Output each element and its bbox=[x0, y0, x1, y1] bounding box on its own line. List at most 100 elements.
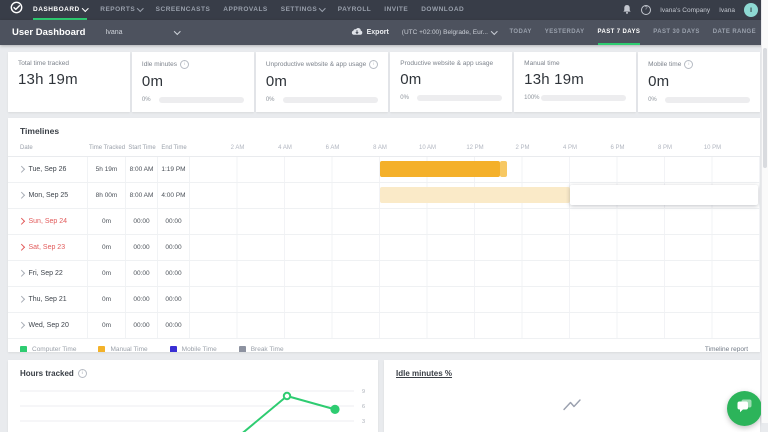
row-chevron-icon[interactable] bbox=[18, 270, 25, 277]
row-start-time: 8:00 AM bbox=[126, 183, 158, 208]
hours-tracked-title-row: Hours tracked bbox=[8, 360, 378, 378]
row-time-tracked: 5h 19m bbox=[88, 157, 126, 182]
nav-item-label: REPORTS bbox=[100, 5, 136, 13]
timeline-bar bbox=[380, 187, 570, 203]
legend-item: Manual Time bbox=[98, 346, 148, 352]
row-date-cell: Thu, Sep 21 bbox=[8, 287, 88, 312]
timeline-row[interactable]: Tue, Sep 26 5h 19m 8:00 AM 1:19 PM bbox=[8, 157, 760, 183]
timeline-row[interactable]: Sun, Sep 24 0m 00:00 00:00 bbox=[8, 209, 760, 235]
stat-progress: 100% bbox=[524, 95, 627, 101]
avatar[interactable]: I bbox=[744, 3, 758, 17]
nav-item[interactable]: REPORTS bbox=[100, 0, 144, 20]
stat-value: 0m bbox=[265, 73, 288, 90]
row-chevron-icon[interactable] bbox=[18, 218, 25, 225]
info-icon[interactable] bbox=[77, 369, 87, 378]
timelines-footer: Computer Time Manual Time Mobile Time Br… bbox=[8, 339, 760, 352]
row-start-time: 00:00 bbox=[126, 209, 158, 234]
row-end-time: 1:19 PM bbox=[158, 157, 190, 182]
nav-item[interactable]: DASHBOARD bbox=[33, 0, 89, 20]
bell-icon[interactable] bbox=[622, 4, 632, 17]
stat-progress-track bbox=[158, 97, 244, 103]
help-icon[interactable] bbox=[641, 5, 652, 15]
row-start-time: 00:00 bbox=[126, 261, 158, 286]
timezone-dropdown[interactable]: (UTC +02:00) Belgrade, Eur... bbox=[402, 20, 498, 45]
legend-swatch bbox=[20, 346, 27, 352]
timeline-row[interactable]: Sat, Sep 23 0m 00:00 00:00 bbox=[8, 235, 760, 261]
stat-label-row: Total time tracked bbox=[18, 60, 120, 67]
stat-label-row: Unproductive website & app usage bbox=[266, 60, 379, 69]
stat-value: 0m bbox=[400, 71, 422, 88]
timeline-bar bbox=[380, 161, 500, 177]
time-axis-tick: 10 AM bbox=[418, 145, 437, 151]
nav-item[interactable]: SCREENCASTS bbox=[156, 0, 211, 20]
row-date-label: Mon, Sep 25 bbox=[28, 192, 69, 199]
nav-item-label: SETTINGS bbox=[280, 5, 318, 13]
stat-label: Manual time bbox=[524, 60, 560, 67]
scrollbar-track[interactable] bbox=[761, 0, 768, 423]
page-title: User Dashboard bbox=[12, 27, 86, 38]
row-end-time: 00:00 bbox=[158, 261, 190, 286]
row-date-cell: Tue, Sep 26 bbox=[8, 157, 88, 182]
timeline-popup-placeholder bbox=[570, 185, 758, 205]
nav-item-label: PAYROLL bbox=[337, 5, 372, 13]
legend-label: Manual Time bbox=[110, 346, 148, 352]
timeline-row[interactable]: Fri, Sep 22 0m 00:00 00:00 bbox=[8, 261, 760, 287]
user-name[interactable]: Ivana bbox=[719, 7, 735, 14]
row-chevron-icon[interactable] bbox=[18, 244, 25, 251]
row-date-label: Sat, Sep 23 bbox=[28, 244, 66, 251]
column-header-start-time: Start Time bbox=[128, 145, 156, 151]
legend-label: Break Time bbox=[250, 346, 284, 352]
date-range-tab[interactable]: PAST 7 DAYS bbox=[597, 20, 641, 45]
row-chevron-icon[interactable] bbox=[18, 166, 25, 173]
app-logo[interactable] bbox=[10, 0, 23, 20]
nav-item[interactable]: INVITE bbox=[384, 0, 408, 20]
row-date-cell: Mon, Sep 25 bbox=[8, 183, 88, 208]
stat-percent: 0% bbox=[400, 95, 409, 101]
nav-item[interactable]: APPROVALS bbox=[223, 0, 267, 20]
row-time-tracked: 0m bbox=[88, 287, 126, 312]
export-button[interactable]: Export bbox=[351, 20, 389, 45]
time-axis-tick: 6 PM bbox=[610, 145, 625, 151]
date-range-tab[interactable]: PAST 30 DAYS bbox=[653, 20, 699, 45]
svg-text:9: 9 bbox=[362, 389, 365, 395]
stat-progress-track bbox=[541, 95, 627, 101]
timeline-track bbox=[190, 287, 760, 312]
info-icon[interactable] bbox=[179, 60, 189, 69]
chat-widget-button[interactable] bbox=[727, 391, 762, 426]
time-axis-tick: 8 PM bbox=[657, 145, 673, 151]
caret-down-icon bbox=[137, 4, 144, 12]
row-chevron-icon[interactable] bbox=[18, 296, 25, 303]
idle-minutes-card: Idle minutes % bbox=[384, 360, 760, 432]
timeline-row[interactable]: Wed, Sep 20 0m 00:00 00:00 bbox=[8, 313, 760, 339]
stat-label: Idle minutes bbox=[141, 61, 177, 68]
nav-item[interactable]: DOWNLOAD bbox=[421, 0, 464, 20]
time-axis-tick: 4 AM bbox=[278, 145, 292, 151]
top-nav-right: Ivana's Company Ivana I bbox=[622, 0, 768, 20]
date-range-tab[interactable]: DATE RANGE bbox=[713, 20, 756, 45]
row-date-label: Wed, Sep 20 bbox=[28, 322, 69, 329]
timeline-row[interactable]: Thu, Sep 21 0m 00:00 00:00 bbox=[8, 287, 760, 313]
company-name[interactable]: Ivana's Company bbox=[660, 7, 710, 14]
stat-progress: 0% bbox=[648, 97, 750, 103]
date-range-tab[interactable]: YESTERDAY bbox=[545, 20, 585, 45]
info-icon[interactable] bbox=[684, 60, 694, 69]
date-range-tab-label: PAST 30 DAYS bbox=[653, 28, 700, 35]
info-icon[interactable] bbox=[369, 60, 379, 69]
user-filter-dropdown[interactable]: Ivana bbox=[105, 20, 181, 45]
column-header-end-time: End Time bbox=[161, 145, 187, 151]
timeline-bar bbox=[499, 161, 508, 177]
timeline-row[interactable]: Mon, Sep 25 8h 00m 8:00 AM 4:00 PM bbox=[8, 183, 760, 209]
timeline-report-link[interactable]: Timeline report bbox=[705, 346, 748, 352]
date-range-tab[interactable]: TODAY bbox=[509, 20, 531, 45]
stat-card: Unproductive website & app usage 0m 0% bbox=[255, 52, 389, 112]
row-chevron-icon[interactable] bbox=[18, 192, 25, 199]
nav-item[interactable]: SETTINGS bbox=[280, 0, 326, 20]
timeline-track bbox=[190, 261, 760, 286]
caret-down-icon bbox=[81, 4, 89, 12]
bottom-charts-row: Hours tracked 3 6 9 Idle minutes % bbox=[8, 360, 760, 432]
nav-item[interactable]: PAYROLL bbox=[338, 0, 371, 20]
row-chevron-icon[interactable] bbox=[18, 322, 25, 329]
stat-card: Idle minutes 0m 0% bbox=[131, 52, 254, 112]
scrollbar-thumb[interactable] bbox=[763, 48, 767, 168]
stat-card: Productive website & app usage 0m 0% bbox=[390, 52, 513, 112]
